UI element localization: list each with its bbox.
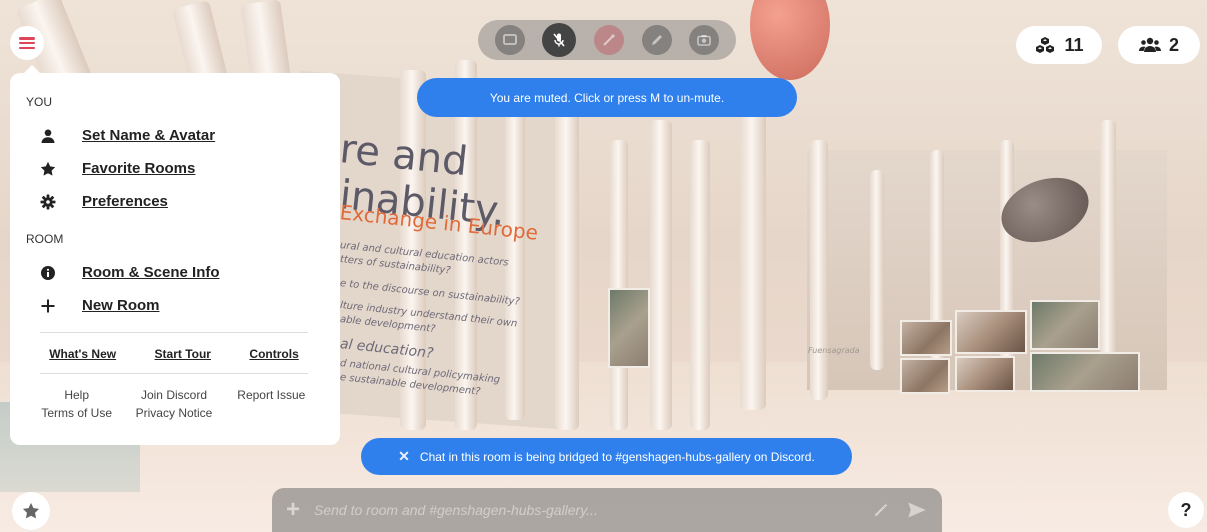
scene-sculpture bbox=[750, 0, 830, 80]
section-label-you: YOU bbox=[26, 95, 53, 109]
scene-pillar bbox=[810, 140, 828, 400]
privacy-notice-link[interactable]: Privacy Notice bbox=[125, 406, 222, 420]
plus-icon bbox=[38, 296, 58, 316]
objects-count: 11 bbox=[1064, 34, 1084, 55]
send-icon[interactable] bbox=[906, 499, 928, 521]
users-icon bbox=[1138, 37, 1161, 52]
camera-icon[interactable] bbox=[689, 25, 720, 55]
chat-input-bar: + bbox=[272, 488, 942, 532]
add-media-button[interactable]: + bbox=[286, 496, 300, 524]
chat-input[interactable] bbox=[314, 502, 856, 518]
star-icon bbox=[22, 502, 40, 519]
menu-item-preferences[interactable]: Preferences bbox=[26, 185, 322, 218]
pen-icon[interactable] bbox=[641, 25, 672, 55]
scene-photo bbox=[955, 356, 1015, 392]
people-count: 2 bbox=[1168, 34, 1179, 55]
cubes-icon bbox=[1036, 37, 1055, 53]
scene-pillar bbox=[555, 90, 579, 430]
scene-pillar bbox=[740, 110, 766, 410]
scene-pillar bbox=[610, 140, 628, 430]
people-count-button[interactable]: 2 bbox=[1118, 26, 1200, 64]
scene-pillar bbox=[870, 170, 884, 370]
report-issue-link[interactable]: Report Issue bbox=[223, 388, 320, 402]
section-label-room: ROOM bbox=[26, 232, 64, 246]
scene-photo bbox=[900, 358, 950, 394]
menu-item-set-name-avatar[interactable]: Set Name & Avatar bbox=[26, 119, 322, 152]
gear-icon bbox=[38, 192, 58, 212]
scene-photo bbox=[608, 288, 650, 368]
menu-button[interactable] bbox=[10, 26, 44, 60]
magic-wand-icon[interactable] bbox=[593, 25, 624, 55]
menu-item-room-scene-info[interactable]: Room & Scene Info bbox=[26, 256, 322, 289]
menu-item-favorite-rooms[interactable]: Favorite Rooms bbox=[26, 152, 322, 185]
join-discord-link[interactable]: Join Discord bbox=[125, 388, 222, 402]
menu-item-label: Set Name & Avatar bbox=[82, 127, 216, 144]
scene-pillar bbox=[505, 80, 525, 420]
terms-of-use-link[interactable]: Terms of Use bbox=[28, 406, 125, 420]
scene-photo bbox=[900, 320, 952, 356]
microphone-muted-icon[interactable] bbox=[542, 23, 577, 57]
scene-pillar bbox=[650, 120, 672, 430]
start-tour-link[interactable]: Start Tour bbox=[155, 347, 211, 361]
screen-share-icon[interactable] bbox=[494, 25, 525, 55]
scene-photo bbox=[955, 310, 1027, 354]
toast-message: Chat in this room is being bridged to #g… bbox=[419, 449, 815, 464]
scene-photo bbox=[1030, 300, 1100, 350]
info-icon bbox=[38, 263, 58, 283]
scene-pillar bbox=[690, 140, 710, 430]
help-button[interactable]: ? bbox=[1168, 492, 1204, 528]
controls-link[interactable]: Controls bbox=[249, 347, 298, 361]
scene-photo bbox=[1030, 352, 1140, 392]
menu-item-label: Room & Scene Info bbox=[82, 264, 220, 281]
whats-new-link[interactable]: What's New bbox=[49, 347, 116, 361]
media-toolbar bbox=[478, 20, 736, 60]
menu-item-new-room[interactable]: New Room bbox=[26, 289, 322, 322]
close-icon[interactable]: ✕ bbox=[398, 448, 410, 465]
discord-bridge-toast: ✕ Chat in this room is being bridged to … bbox=[361, 438, 852, 475]
star-icon bbox=[38, 159, 58, 179]
help-link[interactable]: Help bbox=[28, 388, 125, 402]
menu-item-label: New Room bbox=[82, 297, 160, 314]
person-icon bbox=[38, 126, 58, 146]
spawn-wand-icon[interactable] bbox=[870, 499, 892, 521]
hamburger-icon bbox=[19, 37, 35, 49]
favorite-room-button[interactable] bbox=[12, 492, 50, 530]
scene-pillar bbox=[1100, 120, 1116, 380]
menu-item-label: Favorite Rooms bbox=[82, 160, 196, 177]
menu-item-label: Preferences bbox=[82, 193, 168, 210]
scene-signature: Fuensagrada bbox=[808, 346, 860, 355]
main-menu-panel: YOU Set Name & Avatar Favorite Rooms Pre… bbox=[10, 65, 340, 445]
objects-count-button[interactable]: 11 bbox=[1016, 26, 1102, 64]
muted-tooltip[interactable]: You are muted. Click or press M to un-mu… bbox=[417, 78, 797, 117]
